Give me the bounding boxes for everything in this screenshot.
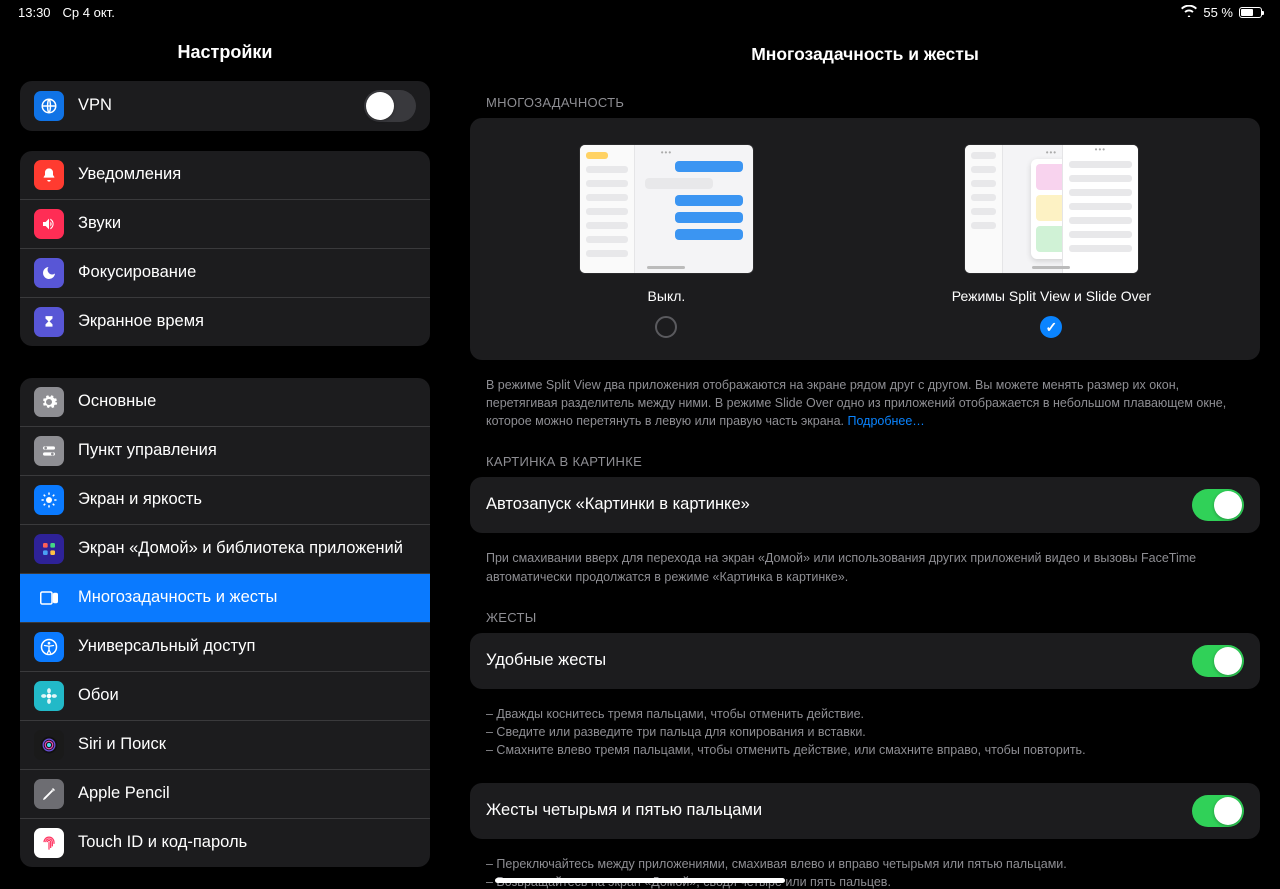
sidebar-item-focus[interactable]: Фокусирование (20, 249, 430, 298)
cell-label: Жесты четырьмя и пятью пальцами (486, 801, 1192, 821)
option-label: Режимы Split View и Slide Over (952, 288, 1151, 304)
radio-unchecked[interactable] (655, 316, 677, 338)
section-header-gestures: ЖЕСТЫ (450, 610, 1280, 633)
sidebar-item-sounds[interactable]: Звуки (20, 200, 430, 249)
sidebar-item-label: Touch ID и код-пароль (78, 833, 416, 853)
status-bar: 13:30 Ср 4 окт. 55 % (0, 0, 1280, 24)
vpn-toggle[interactable] (364, 90, 416, 122)
sidebar-item-label: Apple Pencil (78, 784, 416, 804)
sidebar-item-general[interactable]: Основные (20, 378, 430, 427)
multitasking-footer: В режиме Split View два приложения отобр… (450, 370, 1280, 454)
wifi-icon (1181, 5, 1197, 20)
sidebar-item-label: Экран «Домой» и библиотека приложений (78, 539, 416, 559)
sidebar-item-multitasking[interactable]: Многозадачность и жесты (20, 574, 430, 623)
globe-icon (34, 91, 64, 121)
handy-gestures-toggle[interactable] (1192, 645, 1244, 677)
pip-footer: При смахивании вверх для перехода на экр… (450, 543, 1280, 609)
handy-gestures-cell[interactable]: Удобные жесты (470, 633, 1260, 689)
sidebar-item-accessibility[interactable]: Универсальный доступ (20, 623, 430, 672)
sidebar-item-label: Обои (78, 686, 416, 706)
sidebar-item-notifications[interactable]: Уведомления (20, 151, 430, 200)
multitask-icon (34, 583, 64, 613)
option-multitasking-off[interactable]: ••• Выкл. (579, 144, 754, 338)
sidebar-item-label: Экран и яркость (78, 490, 416, 510)
home-indicator[interactable] (495, 878, 785, 883)
four-five-card: Жесты четырьмя и пятью пальцами (470, 783, 1260, 839)
status-date: Ср 4 окт. (63, 5, 115, 20)
four-five-footer: – Переключайтесь между приложениями, сма… (450, 849, 1280, 889)
flower-icon (34, 681, 64, 711)
switches-icon (34, 436, 64, 466)
speaker-icon (34, 209, 64, 239)
sidebar-item-screentime[interactable]: Экранное время (20, 298, 430, 346)
sidebar-item-apple-pencil[interactable]: Apple Pencil (20, 770, 430, 819)
sidebar-item-home-screen[interactable]: Экран «Домой» и библиотека приложений (20, 525, 430, 574)
pencil-icon (34, 779, 64, 809)
sun-icon (34, 485, 64, 515)
sidebar-item-label: Siri и Поиск (78, 735, 416, 755)
sidebar-item-control-center[interactable]: Пункт управления (20, 427, 430, 476)
pip-card: Автозапуск «Картинки в картинке» (470, 477, 1260, 533)
status-time: 13:30 (18, 5, 51, 20)
sidebar-item-label: Универсальный доступ (78, 637, 416, 657)
battery-icon (1239, 7, 1262, 18)
battery-percent: 55 % (1203, 5, 1233, 20)
sidebar-title: Настройки (0, 26, 450, 81)
thumb-split: ••• ••• (964, 144, 1139, 274)
shake-card: Удобные жесты (470, 633, 1260, 689)
hourglass-icon (34, 307, 64, 337)
moon-icon (34, 258, 64, 288)
radio-checked[interactable]: ✓ (1040, 316, 1062, 338)
fingerprint-icon (34, 828, 64, 858)
sidebar-item-label: Пункт управления (78, 441, 416, 461)
pip-toggle[interactable] (1192, 489, 1244, 521)
thumb-off: ••• (579, 144, 754, 274)
siri-icon (34, 730, 64, 760)
sidebar-item-label: Многозадачность и жесты (78, 588, 416, 608)
sidebar-item-wallpaper[interactable]: Обои (20, 672, 430, 721)
vpn-label: VPN (78, 96, 364, 116)
cell-label: Удобные жесты (486, 651, 1192, 671)
sidebar-item-label: Фокусирование (78, 263, 416, 283)
bell-icon (34, 160, 64, 190)
option-label: Выкл. (579, 288, 754, 304)
handy-gestures-footer: – Дважды коснитесь тремя пальцами, чтобы… (450, 699, 1280, 783)
section-header-pip: КАРТИНКА В КАРТИНКЕ (450, 454, 1280, 477)
sidebar-item-display[interactable]: Экран и яркость (20, 476, 430, 525)
sidebar-item-label: Уведомления (78, 165, 416, 185)
sidebar-item-touch-id[interactable]: Touch ID и код-пароль (20, 819, 430, 867)
pip-autostart-cell[interactable]: Автозапуск «Картинки в картинке» (470, 477, 1260, 533)
detail-pane: Многозадачность и жесты МНОГОЗАДАЧНОСТЬ … (450, 0, 1280, 889)
cell-label: Автозапуск «Картинки в картинке» (486, 495, 1192, 515)
multitasking-mode-card: ••• Выкл. ••• ••• Режимы Split View и Sl… (470, 118, 1260, 360)
sidebar-item-label: Экранное время (78, 312, 416, 332)
accessibility-icon (34, 632, 64, 662)
gear-icon (34, 387, 64, 417)
grid-icon (34, 534, 64, 564)
more-link[interactable]: Подробнее… (847, 414, 924, 428)
detail-title: Многозадачность и жесты (450, 26, 1280, 95)
four-five-gestures-cell[interactable]: Жесты четырьмя и пятью пальцами (470, 783, 1260, 839)
sidebar-item-label: Основные (78, 392, 416, 412)
sidebar-item-label: Звуки (78, 214, 416, 234)
option-multitasking-split-slide[interactable]: ••• ••• Режимы Split View и Slide Over ✓ (952, 144, 1151, 338)
sidebar-item-vpn[interactable]: VPN (20, 81, 430, 131)
section-header-multitasking: МНОГОЗАДАЧНОСТЬ (450, 95, 1280, 118)
sidebar-item-siri[interactable]: Siri и Поиск (20, 721, 430, 770)
settings-sidebar: Настройки VPN Уведомления Звуки Фокусиро… (0, 0, 450, 889)
four-five-toggle[interactable] (1192, 795, 1244, 827)
